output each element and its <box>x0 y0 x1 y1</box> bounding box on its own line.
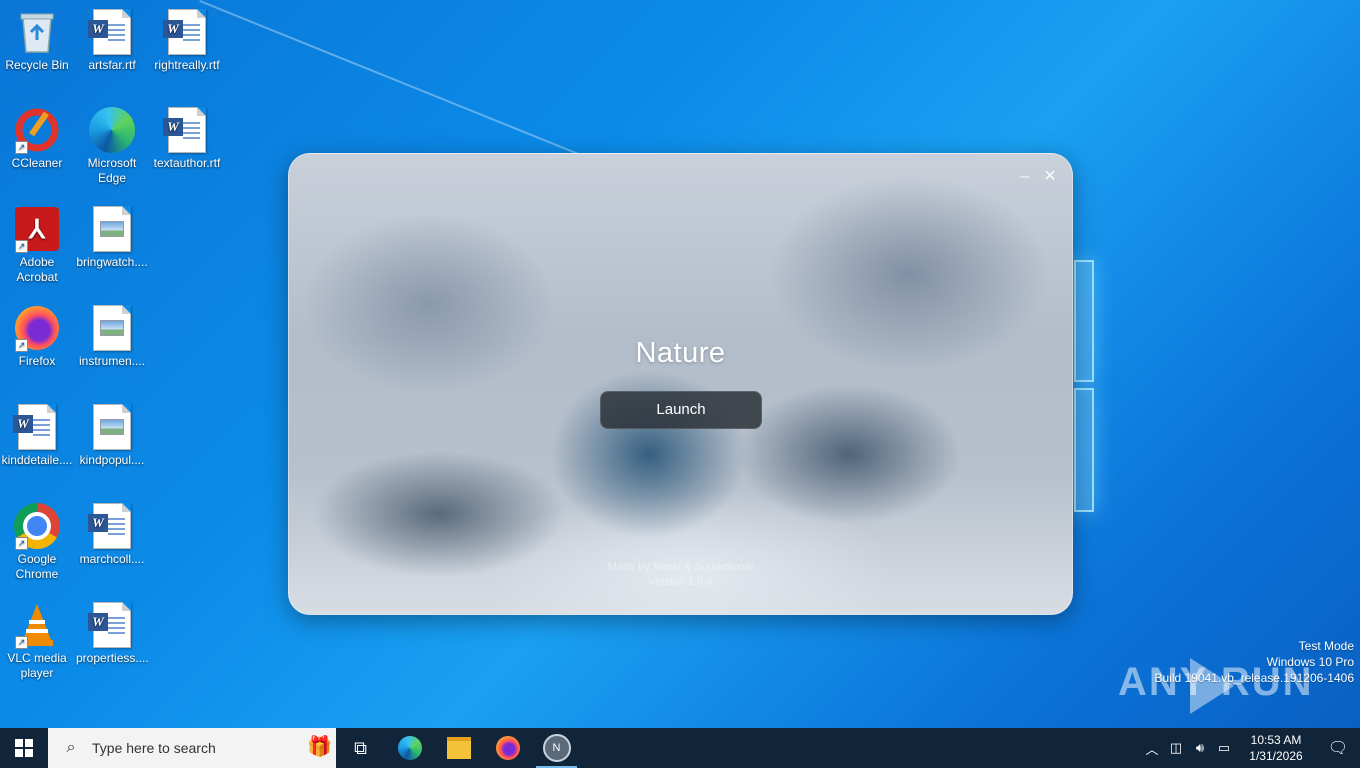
desktop-icon-propertiess[interactable]: W propertiess.... <box>76 601 149 666</box>
taskbar-firefox-button[interactable] <box>483 728 532 768</box>
nature-app-icon: N <box>542 734 571 762</box>
recycle-bin-icon <box>13 8 61 56</box>
nature-launcher-window: – ✕ Nature Launch Made by Neoki & Suruko… <box>288 153 1073 615</box>
acrobat-icon: ⅄ ↗ <box>13 205 61 253</box>
task-view-button[interactable]: ⧉ <box>336 728 385 768</box>
taskbar-clock[interactable]: 10:53 AM 1/31/2026 <box>1236 732 1316 764</box>
ccleaner-icon: ↗ <box>13 106 61 154</box>
desktop-icon-instrumen[interactable]: instrumen.... <box>76 304 148 369</box>
system-tray: ︿ ◫ 🔊︎ ▭ 10:53 AM 1/31/2026 🗨︎ <box>1140 728 1360 768</box>
desktop: Recycle Bin ↗ CCleaner ⅄ ↗ Adobe Acrobat… <box>0 0 1360 728</box>
file-explorer-icon <box>446 737 471 759</box>
taskbar-nature-app-button[interactable]: N <box>532 728 581 768</box>
image-file-icon <box>88 304 136 352</box>
desktop-icon-textauthor[interactable]: W textauthor.rtf <box>151 106 223 171</box>
desktop-icon-adobe-acrobat[interactable]: ⅄ ↗ Adobe Acrobat <box>1 205 73 285</box>
desktop-icon-bringwatch[interactable]: bringwatch.... <box>76 205 148 270</box>
volume-icon[interactable]: 🔊︎ <box>1188 740 1212 756</box>
edge-icon <box>88 106 136 154</box>
desktop-icon-recycle-bin[interactable]: Recycle Bin <box>1 8 73 73</box>
desktop-icon-vlc[interactable]: ↗ VLC media player <box>1 601 73 681</box>
word-document-icon: W <box>163 106 211 154</box>
minimize-button[interactable]: – <box>1016 168 1034 186</box>
close-button[interactable]: ✕ <box>1041 168 1059 186</box>
desktop-icon-firefox[interactable]: ↗ Firefox <box>1 304 73 369</box>
desktop-icon-kindpopul[interactable]: kindpopul.... <box>76 403 148 468</box>
firefox-icon <box>495 736 520 760</box>
taskbar-edge-button[interactable] <box>385 728 434 768</box>
network-icon[interactable]: ▭ <box>1212 740 1236 756</box>
search-highlight-gifts-icon: 🎁 <box>307 736 332 758</box>
desktop-icon-marchcoll[interactable]: W marchcoll.... <box>76 502 148 567</box>
task-view-icon: ⧉ <box>354 737 367 758</box>
launch-button[interactable]: Launch <box>600 391 762 429</box>
desktop-icon-microsoft-edge[interactable]: Microsoft Edge <box>76 106 148 186</box>
taskbar-search-input[interactable]: ⌕ Type here to search 🎁 <box>48 728 336 768</box>
edge-icon <box>397 736 422 760</box>
image-file-icon <box>88 403 136 451</box>
word-document-icon: W <box>88 601 136 649</box>
image-file-icon <box>88 205 136 253</box>
clock-date: 1/31/2026 <box>1249 749 1303 763</box>
windows-logo-pane <box>1074 260 1094 382</box>
word-document-icon: W <box>13 403 61 451</box>
watermark-line2: Windows 10 Pro <box>1266 655 1354 669</box>
test-mode-watermark: Test Mode Windows 10 Pro Build 19041.vb_… <box>1155 638 1355 686</box>
search-placeholder: Type here to search <box>92 740 216 756</box>
desktop-icon-artsfar[interactable]: W artsfar.rtf <box>76 8 148 73</box>
action-center-icon[interactable]: 🗨︎ <box>1316 738 1360 758</box>
desktop-icon-kinddetaile[interactable]: W kinddetaile.... <box>1 403 73 468</box>
word-document-icon: W <box>88 8 136 56</box>
word-document-icon: W <box>88 502 136 550</box>
watermark-line1: Test Mode <box>1298 639 1354 653</box>
windows-start-icon <box>15 739 33 757</box>
clock-time: 10:53 AM <box>1250 733 1302 747</box>
credits-version: Version 1.0.4 <box>648 576 713 588</box>
desktop-icon-rightreally[interactable]: W rightreally.rtf <box>151 8 223 73</box>
firefox-icon: ↗ <box>13 304 61 352</box>
credits: Made by Neoki & Surukotonai Version 1.0.… <box>289 560 1072 590</box>
taskbar-file-explorer-button[interactable] <box>434 728 483 768</box>
search-icon: ⌕ <box>66 739 76 756</box>
desktop-icon-google-chrome[interactable]: ↗ Google Chrome <box>1 502 73 582</box>
windows-logo-pane <box>1074 388 1094 512</box>
credits-authors: Made by Neoki & Surukotonai <box>607 561 754 573</box>
word-document-icon: W <box>163 8 211 56</box>
chrome-icon: ↗ <box>13 502 61 550</box>
show-hidden-icons-chevron-icon[interactable]: ︿ <box>1140 739 1164 758</box>
vlc-icon: ↗ <box>13 601 61 649</box>
desktop-icon-ccleaner[interactable]: ↗ CCleaner <box>1 106 73 171</box>
taskbar: ⌕ Type here to search 🎁 ⧉ N ︿ ◫ 🔊︎ ▭ 10:… <box>0 728 1360 768</box>
meet-now-icon[interactable]: ◫ <box>1164 740 1188 756</box>
start-button[interactable] <box>0 728 48 768</box>
app-title: Nature <box>635 337 726 369</box>
watermark-line3: Build 19041.vb_release.191206-1406 <box>1154 671 1355 685</box>
